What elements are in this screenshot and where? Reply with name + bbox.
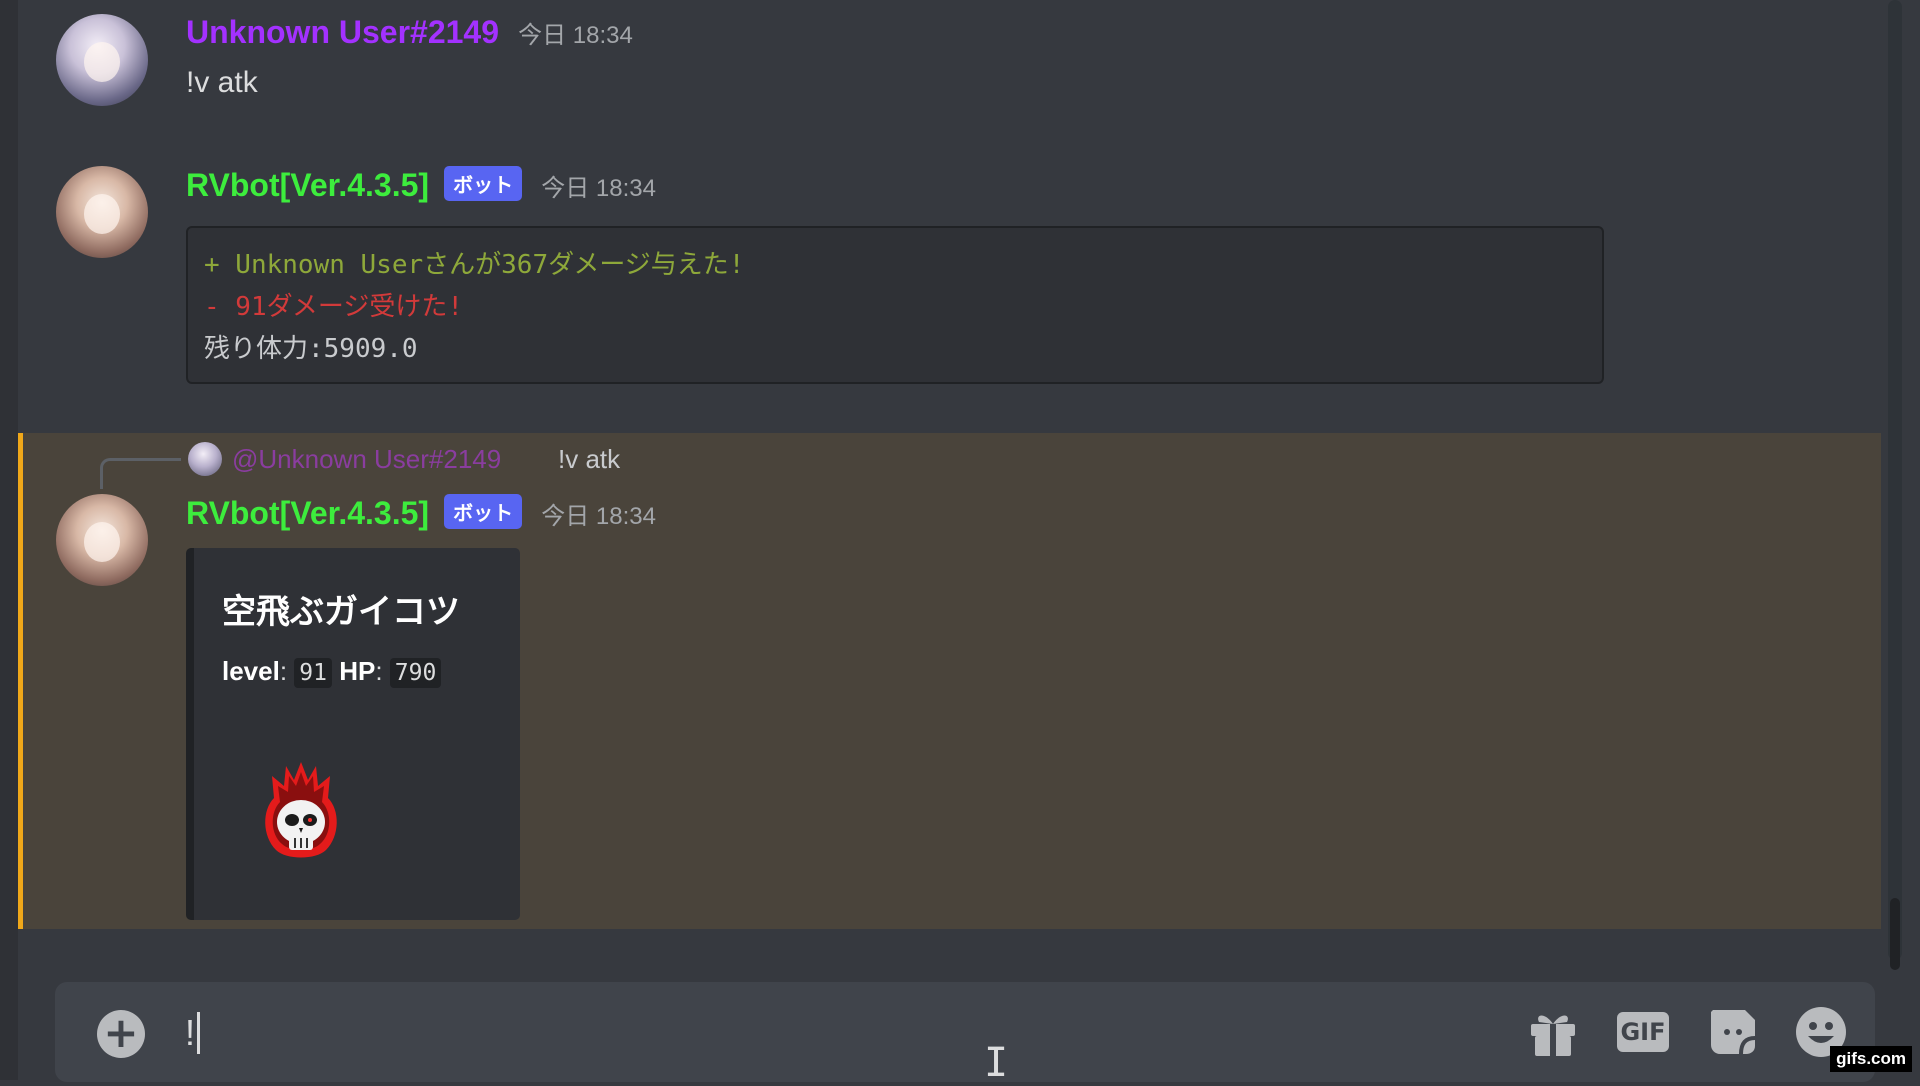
timestamp: 今日 18:34 — [541, 503, 656, 530]
embed-card: 空飛ぶガイコツ level: 91 HP: 790 — [186, 548, 520, 920]
gift-icon[interactable] — [1525, 1004, 1581, 1060]
code-line-added: + Unknown Userさんが367ダメージ与えた! — [204, 250, 745, 280]
code-line-removed: - 91ダメージ受けた! — [204, 292, 463, 322]
add-icon[interactable]: + — [97, 1010, 145, 1058]
level-value: 91 — [294, 658, 332, 688]
reply-avatar[interactable] — [188, 442, 222, 476]
avatar[interactable] — [56, 14, 148, 106]
gif-label: GIF — [1617, 1012, 1669, 1052]
flaming-skull-icon — [256, 758, 346, 868]
timestamp: 今日 18:34 — [541, 175, 656, 202]
bot-badge: ボット — [444, 494, 523, 529]
avatar[interactable] — [56, 494, 148, 586]
avatar[interactable] — [56, 166, 148, 258]
author-name[interactable]: RVbot[Ver.4.3.5] — [186, 495, 429, 531]
gif-icon[interactable]: GIF — [1615, 1004, 1671, 1060]
code-line: 残り体力:5909.0 — [204, 334, 418, 364]
scrollbar-track[interactable] — [1888, 0, 1902, 960]
text-cursor-icon: I — [984, 1040, 1009, 1086]
timestamp: 今日 18:34 — [518, 22, 633, 49]
message-content: !v atk — [186, 66, 258, 99]
author-name[interactable]: Unknown User#2149 — [186, 14, 499, 50]
code-block: + Unknown Userさんが367ダメージ与えた! - 91ダメージ受けた… — [186, 226, 1604, 384]
left-sidebar-edge — [0, 0, 18, 1080]
author-name[interactable]: RVbot[Ver.4.3.5] — [186, 167, 429, 203]
scrollbar-thumb[interactable] — [1890, 898, 1900, 970]
message-composer: + ! GIF — [55, 982, 1875, 1082]
embed-title: 空飛ぶガイコツ — [222, 593, 460, 631]
bot-badge: ボット — [444, 166, 523, 201]
message-input[interactable]: ! — [185, 1012, 201, 1054]
reply-mention[interactable]: @Unknown User#2149 — [232, 444, 501, 475]
embed-fields: level: 91 HP: 790 — [222, 656, 442, 688]
hp-value: 790 — [389, 658, 442, 688]
level-label: level — [222, 656, 280, 686]
chat-messages: Unknown User#2149 今日 18:34 !v atk RVbot[… — [18, 0, 1881, 960]
reply-connector — [100, 458, 181, 489]
watermark: gifs.com — [1830, 1046, 1912, 1072]
reply-preview[interactable]: !v atk — [558, 444, 620, 475]
hp-label: HP — [339, 656, 376, 686]
sticker-icon[interactable] — [1705, 1004, 1761, 1060]
